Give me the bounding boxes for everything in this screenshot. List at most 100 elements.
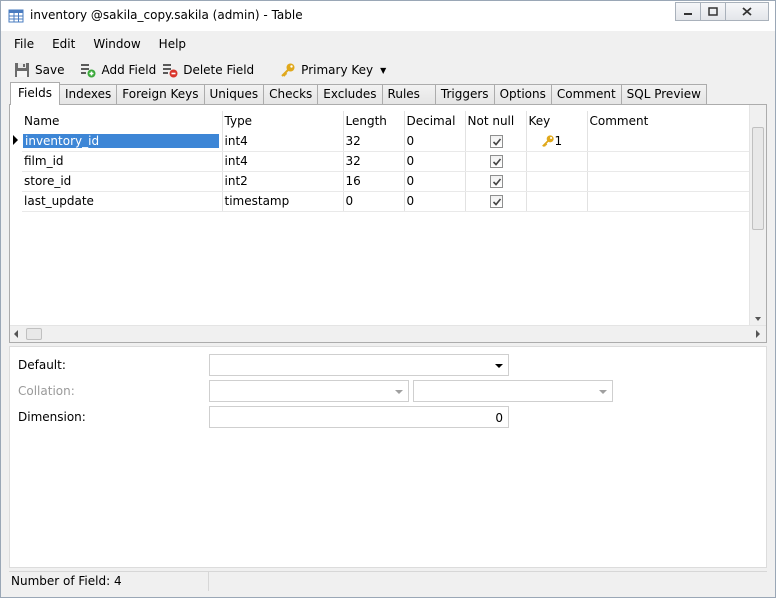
cell-type[interactable]: int4: [222, 131, 344, 152]
add-field-label: Add Field: [101, 63, 157, 77]
menu-bar: File Edit Window Help: [9, 36, 199, 54]
not-null-checkbox[interactable]: [489, 155, 503, 168]
vertical-scrollbar[interactable]: [749, 105, 766, 325]
dimension-label: Dimension:: [18, 410, 86, 424]
check-icon: [492, 198, 501, 206]
minimize-button[interactable]: [675, 2, 701, 21]
collation-select[interactable]: [209, 380, 409, 402]
save-button[interactable]: Save: [11, 59, 67, 81]
table-row[interactable]: film_id int4 32 0: [22, 151, 752, 172]
cell-key[interactable]: [526, 191, 588, 212]
column-header-key[interactable]: Key: [526, 111, 588, 131]
close-button[interactable]: [725, 2, 769, 21]
scroll-right-arrow-icon[interactable]: [756, 330, 760, 338]
delete-field-button[interactable]: Delete Field: [159, 59, 257, 81]
check-icon: [492, 138, 501, 146]
cell-length[interactable]: 16: [343, 171, 405, 192]
field-count-status: Number of Field: 4: [9, 572, 209, 591]
tab-sql-preview[interactable]: SQL Preview: [620, 84, 707, 105]
menu-file[interactable]: File: [9, 36, 34, 54]
vertical-scroll-thumb[interactable]: [752, 127, 764, 230]
window-title: inventory @sakila_copy.sakila (admin) - …: [30, 8, 303, 22]
cell-type[interactable]: int4: [222, 151, 344, 172]
scroll-down-arrow-icon[interactable]: [755, 317, 761, 321]
table-row[interactable]: store_id int2 16 0: [22, 171, 752, 192]
tab-fields[interactable]: Fields: [10, 82, 60, 105]
table-row[interactable]: last_update timestamp 0 0: [22, 191, 752, 212]
dimension-input[interactable]: 0: [209, 406, 509, 428]
scroll-left-arrow-icon[interactable]: [14, 330, 18, 338]
collation-label: Collation:: [18, 384, 75, 398]
primary-key-button[interactable]: Primary Key ▼: [277, 59, 389, 81]
tab-excludes[interactable]: Excludes: [317, 84, 383, 105]
cell-comment[interactable]: [587, 171, 752, 192]
delete-field-icon: [163, 64, 178, 78]
window-controls: [675, 2, 769, 22]
tab-indexes[interactable]: Indexes: [58, 84, 118, 105]
fields-table: Name Type Length Decimal Not null Key Co…: [22, 111, 752, 212]
cell-type[interactable]: timestamp: [222, 191, 344, 212]
cell-key[interactable]: 1: [526, 131, 588, 152]
not-null-checkbox[interactable]: [489, 195, 503, 208]
check-icon: [492, 158, 501, 166]
toolbar: Save Add Field Delete Field Primary Key …: [11, 59, 389, 81]
cell-name[interactable]: film_id: [22, 151, 223, 172]
key-order: 1: [554, 133, 563, 148]
cell-comment[interactable]: [587, 191, 752, 212]
column-header-comment[interactable]: Comment: [587, 111, 752, 131]
cell-type[interactable]: int2: [222, 171, 344, 192]
column-header-decimal[interactable]: Decimal: [404, 111, 466, 131]
horizontal-scrollbar[interactable]: [10, 325, 766, 342]
tab-options[interactable]: Options: [493, 84, 552, 105]
default-select[interactable]: [209, 354, 509, 376]
table-icon: [8, 9, 24, 23]
tab-rules[interactable]: Rules: [381, 84, 436, 105]
column-header-name[interactable]: Name: [22, 111, 223, 131]
menu-edit[interactable]: Edit: [47, 36, 75, 54]
cell-length[interactable]: 32: [343, 131, 405, 152]
cell-length[interactable]: 0: [343, 191, 405, 212]
tab-foreign-keys[interactable]: Foreign Keys: [116, 84, 205, 105]
minimize-icon: [684, 12, 692, 15]
primary-key-label: Primary Key: [301, 63, 374, 77]
dropdown-arrow-icon: [395, 390, 403, 394]
cell-not-null[interactable]: [465, 151, 527, 172]
cell-key[interactable]: [526, 171, 588, 192]
tab-uniques[interactable]: Uniques: [203, 84, 265, 105]
tab-comment[interactable]: Comment: [550, 84, 622, 105]
menu-help[interactable]: Help: [154, 36, 186, 54]
tab-checks[interactable]: Checks: [263, 84, 319, 105]
horizontal-scroll-thumb[interactable]: [26, 328, 42, 340]
not-null-checkbox[interactable]: [489, 175, 503, 188]
cell-decimal[interactable]: 0: [404, 151, 466, 172]
add-field-button[interactable]: Add Field: [77, 59, 159, 81]
fields-grid[interactable]: Name Type Length Decimal Not null Key Co…: [9, 104, 767, 343]
cell-comment[interactable]: [587, 151, 752, 172]
cell-key[interactable]: [526, 151, 588, 172]
cell-length[interactable]: 32: [343, 151, 405, 172]
cell-name[interactable]: store_id: [22, 171, 223, 192]
maximize-button[interactable]: [700, 2, 726, 21]
column-header-length[interactable]: Length: [343, 111, 405, 131]
table-row[interactable]: inventory_id int4 32 0 1: [22, 131, 752, 152]
cell-name[interactable]: last_update: [22, 191, 223, 212]
row-indicator-column: [10, 105, 22, 325]
cell-comment[interactable]: [587, 131, 752, 152]
column-header-type[interactable]: Type: [222, 111, 344, 131]
cell-decimal[interactable]: 0: [404, 191, 466, 212]
cell-not-null[interactable]: [465, 191, 527, 212]
tab-triggers[interactable]: Triggers: [434, 84, 495, 105]
cell-decimal[interactable]: 0: [404, 131, 466, 152]
header-row: Name Type Length Decimal Not null Key Co…: [22, 111, 752, 131]
cell-name[interactable]: inventory_id: [22, 131, 223, 152]
cell-not-null[interactable]: [465, 171, 527, 192]
menu-window[interactable]: Window: [88, 36, 140, 54]
dropdown-arrow-icon: [599, 390, 607, 394]
not-null-checkbox[interactable]: [489, 134, 503, 148]
dropdown-caret-icon[interactable]: ▼: [380, 66, 386, 75]
table-designer-window: inventory @sakila_copy.sakila (admin) - …: [0, 0, 776, 598]
cell-not-null[interactable]: [465, 131, 527, 152]
collation-secondary-select[interactable]: [413, 380, 613, 402]
cell-decimal[interactable]: 0: [404, 171, 466, 192]
column-header-not-null[interactable]: Not null: [465, 111, 527, 131]
